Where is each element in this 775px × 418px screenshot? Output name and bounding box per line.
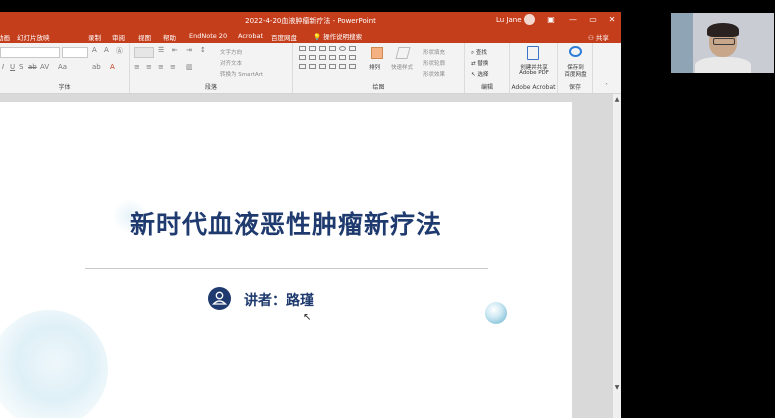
shadow-icon[interactable]: S bbox=[19, 63, 23, 71]
pdf-line2: Adobe PDF bbox=[519, 70, 549, 76]
font-group: A A Ⓐ I U S ab AV Aa ab A 字体 bbox=[0, 43, 130, 93]
create-share-pdf-button[interactable]: 创建并共享 Adobe PDF bbox=[510, 46, 558, 80]
ribbon: A A Ⓐ I U S ab AV Aa ab A 字体 ☰ ⇤ ⇥ ↕ ≡ ≡… bbox=[0, 43, 621, 94]
replace-button[interactable]: ⇄ 替换 bbox=[471, 59, 488, 67]
font-color-icon[interactable]: A bbox=[110, 63, 115, 71]
acrobat-group: 创建并共享 Adobe PDF Adobe Acrobat bbox=[510, 43, 558, 93]
convert-smartart[interactable]: 转换为 SmartArt bbox=[220, 70, 263, 78]
decrease-indent-icon[interactable]: ⇤ bbox=[172, 46, 178, 54]
replace-label: 替换 bbox=[477, 61, 489, 67]
grow-font-icon[interactable]: A bbox=[92, 46, 97, 54]
tab-slideshow[interactable]: 幻灯片放映 bbox=[17, 32, 50, 42]
decorative-orb bbox=[485, 302, 507, 324]
strikethrough-icon[interactable]: ab bbox=[28, 63, 37, 71]
title-divider bbox=[85, 268, 488, 269]
select-label: 选择 bbox=[477, 72, 489, 78]
save-to-baidu-button[interactable]: 保存到 百度网盘 bbox=[558, 46, 593, 80]
vertical-scrollbar[interactable]: ▲ ▼ bbox=[613, 94, 621, 418]
bullets-button[interactable] bbox=[134, 47, 154, 58]
tab-baidu[interactable]: 百度网盘 bbox=[271, 32, 297, 42]
person-icon: ⚇ bbox=[588, 34, 594, 42]
mouse-cursor-icon: ↖ bbox=[303, 312, 312, 323]
align-right-icon[interactable]: ≡ bbox=[158, 63, 164, 71]
editing-group-label: 编辑 bbox=[480, 84, 493, 91]
font-size-box[interactable] bbox=[62, 47, 88, 58]
arrange-icon bbox=[371, 47, 383, 59]
slide-canvas[interactable]: 新时代血液恶性肿瘤新疗法 讲者：路瑾 ↖ bbox=[0, 102, 572, 418]
tab-record[interactable]: 录制 bbox=[88, 32, 101, 42]
clear-format-icon[interactable]: Ⓐ bbox=[116, 46, 123, 56]
acrobat-group-label: Adobe Acrobat bbox=[511, 84, 556, 91]
align-center-icon[interactable]: ≡ bbox=[146, 63, 152, 71]
tab-review[interactable]: 审阅 bbox=[112, 32, 125, 42]
highlight-icon[interactable]: ab bbox=[92, 63, 101, 71]
tab-endnote[interactable]: EndNote 20 bbox=[189, 32, 227, 40]
powerpoint-window: 2022-4-20血液肿瘤新疗法 - PowerPoint Lu Jane ▣ … bbox=[0, 12, 621, 418]
arrange-button[interactable]: 排列 bbox=[369, 47, 385, 83]
drawing-group: 排列 快速样式 形状填充 形状轮廓 形状效果 绘图 bbox=[293, 43, 465, 93]
editing-group: ⌕ 查找 ⇄ 替换 ↖ 选择 编辑 bbox=[465, 43, 510, 93]
collapse-ribbon-icon[interactable]: ˄ bbox=[605, 83, 608, 90]
quick-styles-icon bbox=[395, 47, 411, 59]
ribbon-tabs: 动画 幻灯片放映 录制 审阅 视图 帮助 EndNote 20 Acrobat … bbox=[0, 28, 621, 43]
slide-workspace: 新时代血液恶性肿瘤新疗法 讲者：路瑾 ↖ ▲ ▼ bbox=[0, 94, 621, 418]
share-label: 共享 bbox=[595, 34, 609, 42]
italic-icon[interactable]: I bbox=[2, 63, 4, 71]
align-left-icon[interactable]: ≡ bbox=[134, 63, 140, 71]
close-button[interactable]: ✕ bbox=[607, 15, 617, 25]
shape-fill[interactable]: 形状填充 bbox=[423, 48, 445, 56]
quick-styles-label: 快速样式 bbox=[391, 65, 414, 71]
tell-me-label: 操作说明搜索 bbox=[323, 33, 363, 41]
user-name[interactable]: Lu Jane bbox=[496, 16, 522, 24]
speaker-name[interactable]: 讲者：路瑾 bbox=[244, 290, 314, 310]
slide-title[interactable]: 新时代血液恶性肿瘤新疗法 bbox=[0, 205, 572, 241]
tab-help[interactable]: 帮助 bbox=[163, 32, 176, 42]
paragraph-group: ☰ ⇤ ⇥ ↕ ≡ ≡ ≡ ≡ ▥ 文字方向 对齐文本 转换为 SmartArt… bbox=[130, 43, 293, 93]
tab-acrobat[interactable]: Acrobat bbox=[238, 32, 263, 40]
find-label: 查找 bbox=[475, 50, 487, 56]
numbering-icon[interactable]: ☰ bbox=[158, 46, 164, 54]
scroll-up-icon[interactable]: ▲ bbox=[613, 96, 621, 103]
align-text[interactable]: 对齐文本 bbox=[220, 59, 242, 67]
lightbulb-icon: 💡 bbox=[313, 33, 322, 41]
scroll-down-icon[interactable]: ▼ bbox=[613, 384, 621, 391]
title-bar: 2022-4-20血液肿瘤新疗法 - PowerPoint Lu Jane ▣ … bbox=[0, 12, 621, 28]
tell-me-search[interactable]: 💡 操作说明搜索 bbox=[313, 31, 362, 41]
speaker-icon bbox=[208, 287, 231, 310]
paragraph-group-label: 段落 bbox=[204, 84, 217, 91]
underline-icon[interactable]: U bbox=[10, 63, 15, 71]
save-group: 保存到 百度网盘 保存 bbox=[558, 43, 593, 93]
shrink-font-icon[interactable]: A bbox=[104, 46, 109, 54]
tab-animations[interactable]: 动画 bbox=[0, 32, 10, 42]
restore-button[interactable]: ▭ bbox=[588, 15, 598, 25]
save-group-label: 保存 bbox=[568, 84, 581, 91]
change-case-icon[interactable]: Aa bbox=[58, 63, 67, 71]
ribbon-display-options-icon[interactable]: ▣ bbox=[546, 15, 556, 25]
webcam-video bbox=[671, 13, 774, 73]
char-spacing-icon[interactable]: AV bbox=[40, 63, 49, 71]
drawing-group-label: 绘图 bbox=[372, 84, 385, 91]
shapes-gallery[interactable] bbox=[299, 46, 361, 84]
shape-effects[interactable]: 形状效果 bbox=[423, 70, 445, 78]
baidu-cloud-icon bbox=[569, 46, 582, 57]
justify-icon[interactable]: ≡ bbox=[170, 63, 176, 71]
columns-icon[interactable]: ▥ bbox=[186, 63, 193, 71]
minimize-button[interactable]: — bbox=[568, 15, 578, 25]
select-button[interactable]: ↖ 选择 bbox=[471, 70, 488, 78]
baidu-line2: 百度网盘 bbox=[564, 72, 587, 78]
font-name-box[interactable] bbox=[0, 47, 60, 58]
font-group-label: 字体 bbox=[58, 84, 71, 91]
shape-outline[interactable]: 形状轮廓 bbox=[423, 59, 445, 67]
increase-indent-icon[interactable]: ⇥ bbox=[186, 46, 192, 54]
tab-view[interactable]: 视图 bbox=[138, 32, 151, 42]
line-spacing-icon[interactable]: ↕ bbox=[200, 46, 206, 54]
text-direction[interactable]: 文字方向 bbox=[220, 48, 242, 56]
pdf-share-icon bbox=[527, 46, 539, 60]
user-avatar[interactable] bbox=[524, 14, 535, 25]
share-button[interactable]: ⚇ 共享 bbox=[588, 32, 609, 42]
decorative-cell-image bbox=[0, 310, 108, 418]
arrange-label: 排列 bbox=[369, 65, 381, 71]
quick-styles-button[interactable]: 快速样式 bbox=[391, 47, 419, 83]
find-button[interactable]: ⌕ 查找 bbox=[471, 48, 487, 57]
